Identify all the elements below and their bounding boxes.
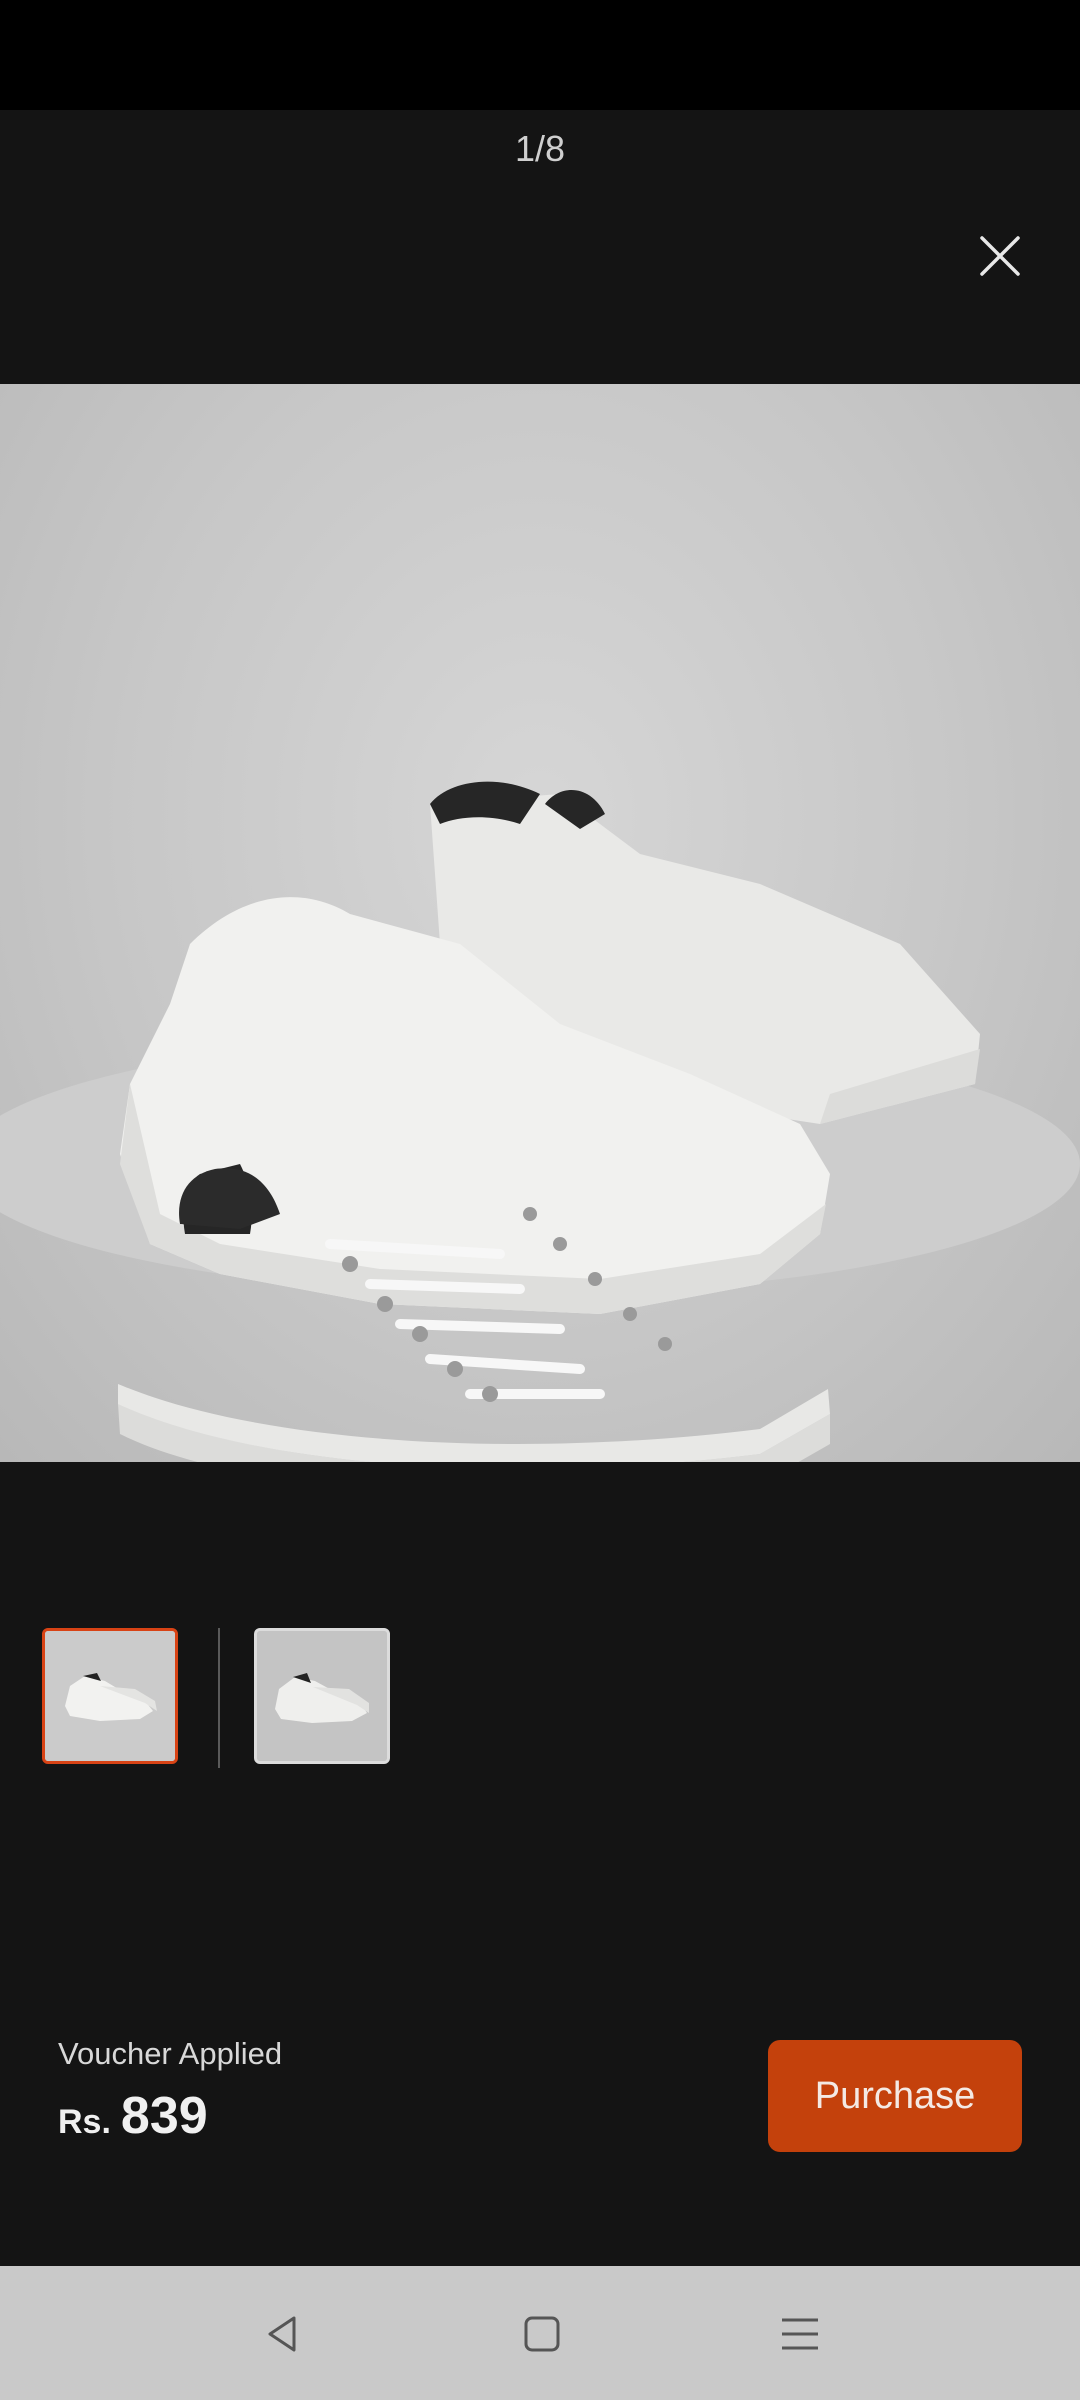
- purchase-button[interactable]: Purchase: [768, 2040, 1022, 2152]
- status-bar: [0, 0, 1080, 110]
- product-main-image[interactable]: [0, 384, 1080, 1462]
- home-square-icon: [524, 2316, 560, 2352]
- back-triangle-icon: [268, 2316, 296, 2352]
- thumbnail-sneaker-image: [45, 1631, 175, 1761]
- back-button[interactable]: [254, 2304, 314, 2364]
- thumbnail-2[interactable]: [254, 1628, 390, 1764]
- price-amount: 839: [120, 2087, 208, 2145]
- thumbnail-strip: [0, 1624, 1080, 1774]
- recents-button[interactable]: [770, 2304, 830, 2364]
- thumbnail-sneaker-image: [257, 1631, 387, 1761]
- thumbnail-1[interactable]: [42, 1628, 178, 1764]
- voucher-status: Voucher Applied: [58, 2036, 283, 2071]
- close-icon: [980, 236, 1020, 276]
- home-button[interactable]: [512, 2304, 572, 2364]
- sneakers-illustration: [0, 781, 1080, 1462]
- system-nav-bar: [0, 2266, 1080, 2400]
- menu-lines-icon: [782, 2318, 818, 2350]
- price-currency: Rs.: [58, 2103, 111, 2141]
- close-button[interactable]: [966, 222, 1034, 290]
- image-counter: 1/8: [514, 128, 566, 169]
- thumbnail-divider: [218, 1628, 220, 1768]
- price: Rs. 839: [58, 2086, 208, 2146]
